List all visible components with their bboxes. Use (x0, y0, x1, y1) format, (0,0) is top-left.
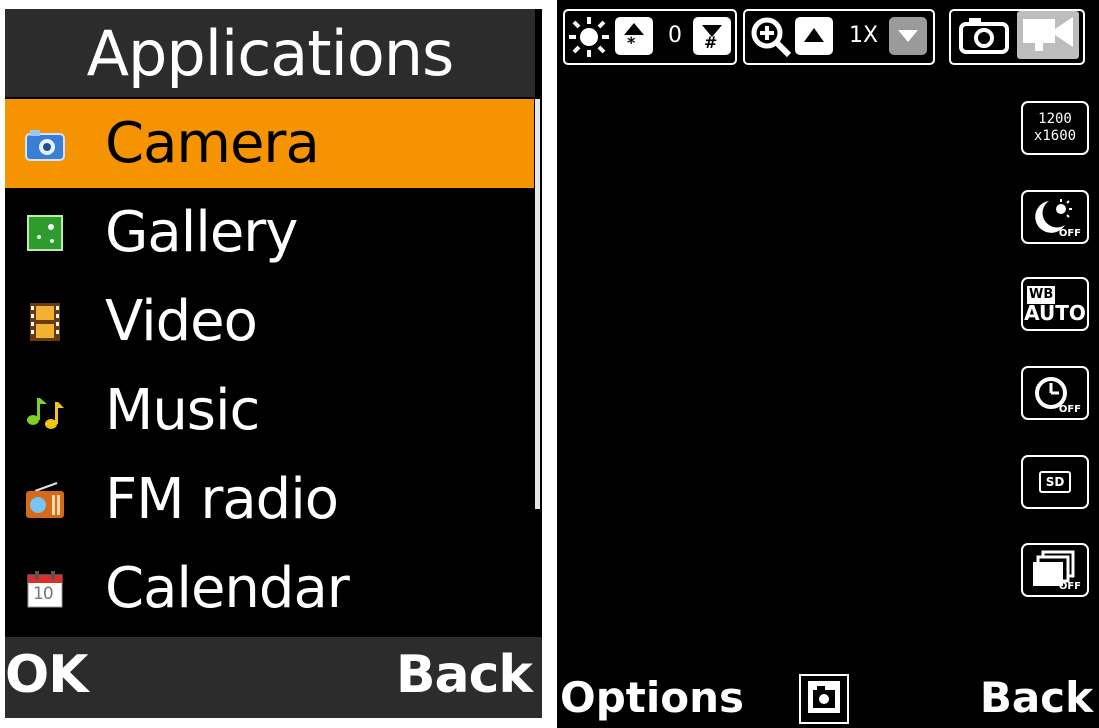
self-timer-status: OFF (1058, 404, 1081, 415)
film-icon (25, 302, 65, 342)
back-softkey[interactable]: Back (980, 673, 1093, 722)
softkey-bar: Options Back (557, 665, 1099, 728)
camera-screen: * 0 # 1X 1200 x1600 OFF WB AUTO OFF SD O… (557, 0, 1099, 728)
zoom-value: 1X (849, 23, 879, 48)
video-camera-icon (1021, 13, 1075, 57)
shutter-button[interactable] (799, 674, 849, 724)
burst-mode-status: OFF (1058, 581, 1081, 592)
list-item-calendar[interactable]: 10 Calendar (5, 544, 535, 633)
brightness-icon (567, 15, 611, 63)
video-mode-button[interactable] (1017, 11, 1079, 59)
resolution-line-1: 1200 (1038, 111, 1072, 127)
star-key-label: * (627, 33, 636, 52)
list-item-label: Gallery (105, 200, 298, 265)
back-softkey[interactable]: Back (396, 645, 533, 705)
calendar-day-number: 10 (33, 583, 54, 604)
camera-icon (959, 16, 1009, 58)
sd-card-icon: SD (1038, 471, 1072, 493)
burst-shot-icon: OFF (1027, 548, 1083, 592)
zoom-control: 1X (743, 9, 935, 65)
camera-icon (25, 124, 65, 164)
burst-mode-setting[interactable]: OFF (1021, 543, 1089, 597)
zoom-down-button[interactable] (889, 17, 927, 55)
applications-list: Camera Gallery Video Music FM radio 10 C… (5, 99, 535, 633)
brightness-down-button[interactable]: # (693, 17, 731, 55)
list-item-video[interactable]: Video (5, 277, 535, 366)
resolution-setting[interactable]: 1200 x1600 (1021, 101, 1089, 155)
white-balance-value: AUTO (1024, 301, 1086, 325)
ok-softkey[interactable]: OK (5, 645, 88, 705)
list-item-music[interactable]: Music (5, 366, 535, 455)
camera-icon (807, 675, 841, 724)
gallery-icon (25, 213, 65, 253)
self-timer-setting[interactable]: OFF (1021, 366, 1089, 420)
photo-mode-button[interactable] (955, 15, 1013, 59)
applications-screen: Applications Camera Gallery Video Music … (5, 9, 542, 718)
options-softkey[interactable]: Options (560, 673, 744, 722)
brightness-up-button[interactable]: * (615, 17, 653, 55)
night-mode-setting[interactable]: OFF (1021, 190, 1089, 244)
zoom-up-button[interactable] (795, 17, 833, 55)
white-balance-setting[interactable]: WB AUTO (1021, 277, 1089, 331)
radio-icon (25, 480, 65, 520)
list-item-camera[interactable]: Camera (5, 99, 535, 188)
storage-setting[interactable]: SD (1021, 455, 1089, 509)
music-note-icon (25, 391, 65, 431)
zoom-in-icon (749, 15, 793, 63)
brightness-value: 0 (668, 23, 682, 48)
calendar-icon: 10 (25, 569, 65, 609)
clock-icon: OFF (1027, 371, 1083, 415)
brightness-control: * 0 # (563, 9, 737, 65)
resolution-line-2: x1600 (1033, 128, 1077, 144)
page-title: Applications (5, 9, 535, 97)
night-mode-status: OFF (1058, 228, 1081, 239)
list-item-label: FM radio (105, 467, 339, 532)
hash-key-label: # (704, 33, 718, 52)
list-item-label: Camera (105, 111, 320, 176)
list-item-label: Calendar (105, 556, 350, 621)
night-mode-icon: OFF (1027, 195, 1083, 239)
list-item-label: Music (105, 378, 260, 443)
scrollbar-thumb[interactable] (535, 99, 540, 509)
capture-mode-toggle (949, 9, 1085, 65)
list-item-label: Video (105, 289, 258, 354)
softkey-bar: OK Back (5, 637, 542, 718)
list-item-gallery[interactable]: Gallery (5, 188, 535, 277)
list-item-fm-radio[interactable]: FM radio (5, 455, 535, 544)
